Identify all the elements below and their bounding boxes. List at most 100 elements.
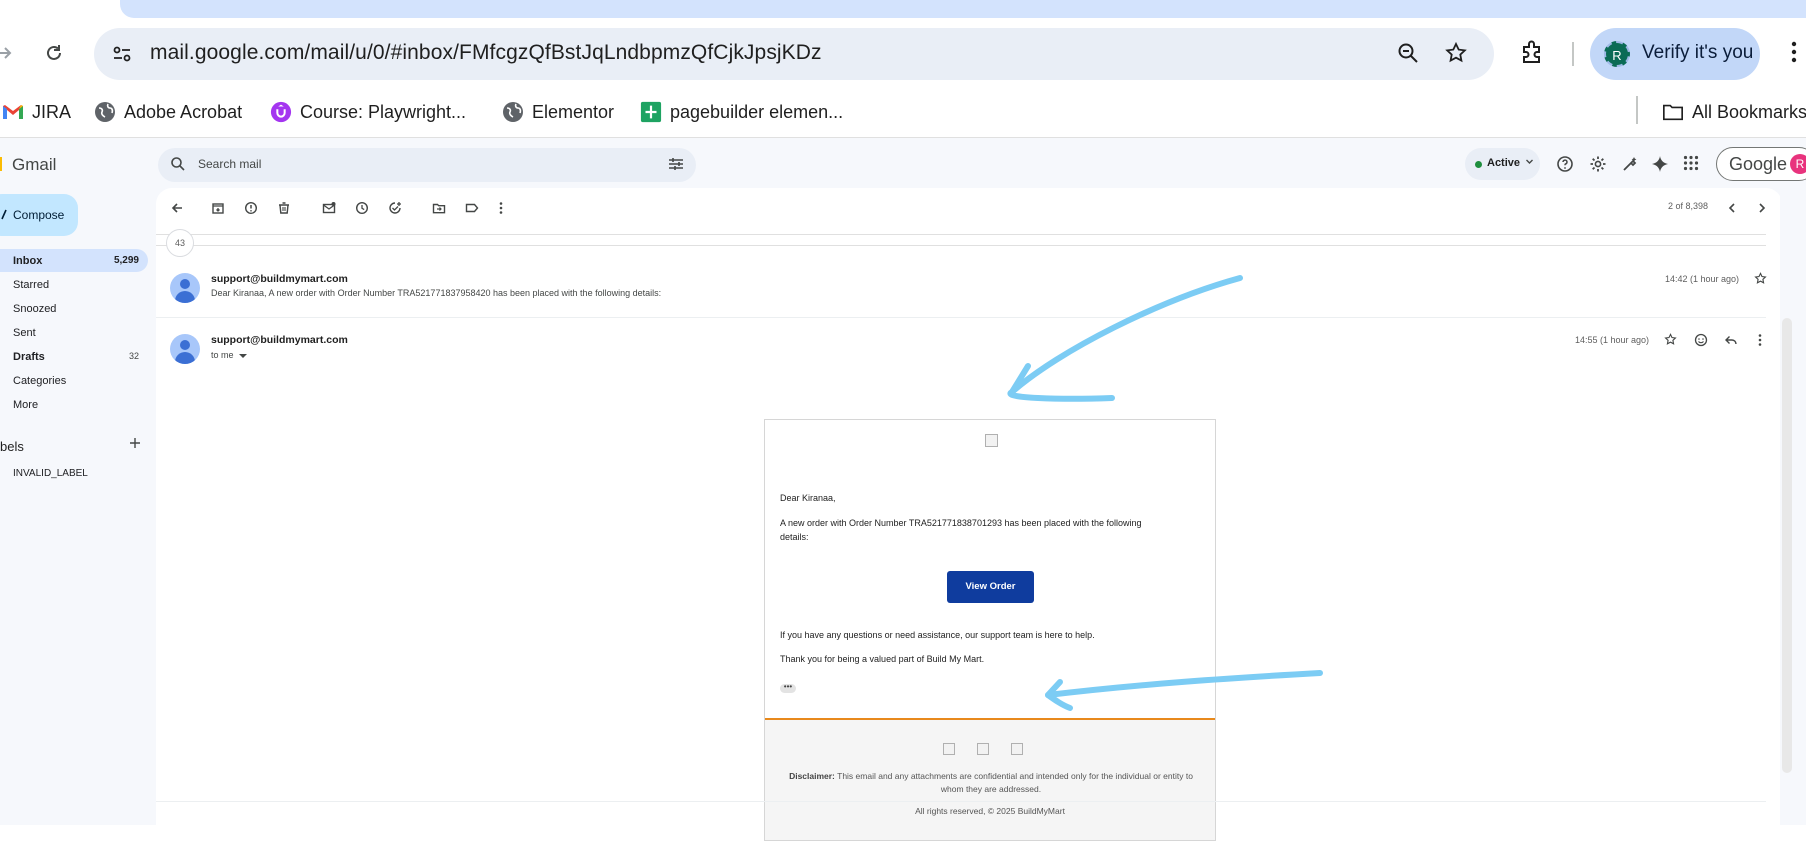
compose-button[interactable]: Compose <box>0 194 78 236</box>
star-icon[interactable] <box>1664 333 1677 346</box>
verify-identity-chip[interactable]: R Verify it's you <box>1590 28 1760 80</box>
show-trimmed-content-button[interactable]: ••• <box>780 683 796 693</box>
avatar: R <box>1790 154 1806 174</box>
reload-icon[interactable] <box>36 35 72 71</box>
sidebar-item-snoozed[interactable]: Snoozed <box>0 297 148 320</box>
divider <box>156 317 1766 318</box>
disclaimer-label: Disclaimer: <box>789 771 835 781</box>
status-chip[interactable]: Active <box>1465 148 1540 180</box>
message-snippet[interactable]: Dear Kiranaa, A new order with Order Num… <box>211 288 661 298</box>
verify-label: Verify it's you <box>1642 42 1754 63</box>
delete-icon[interactable] <box>277 201 291 215</box>
view-order-button[interactable]: View Order <box>947 571 1034 603</box>
extensions-icon[interactable] <box>1518 38 1546 66</box>
recipient-details[interactable]: to me <box>211 350 248 360</box>
gemini-tools-icon[interactable] <box>1621 155 1639 173</box>
scrollbar-thumb[interactable] <box>1782 318 1792 773</box>
copyright-text: All rights reserved, © 2025 BuildMyMart <box>915 806 1065 816</box>
sender-avatar <box>170 273 200 303</box>
account-button[interactable]: Google R <box>1716 147 1806 181</box>
more-vert-icon[interactable] <box>498 201 504 215</box>
message-time: 14:42 (1 hour ago) <box>1665 274 1740 284</box>
search-input[interactable]: Search mail <box>198 157 261 171</box>
message-sender[interactable]: support@buildmymart.com <box>211 273 348 285</box>
bookmark-label: Course: Playwright... <box>300 101 467 122</box>
gmail-icon <box>2 101 24 123</box>
sender-avatar <box>170 334 200 364</box>
divider <box>156 245 1766 246</box>
star-icon[interactable] <box>1754 272 1767 285</box>
back-arrow-icon[interactable] <box>170 201 184 215</box>
bookmark-jira[interactable]: JIRA <box>2 97 71 127</box>
bookmark-star-icon[interactable] <box>1444 41 1468 65</box>
label-icon[interactable] <box>465 201 479 215</box>
globe-icon <box>94 101 116 123</box>
status-dot <box>1475 161 1482 168</box>
sidebar-item-label: Categories <box>13 375 67 387</box>
email-thanks-text: Thank you for being a valued part of Bui… <box>780 654 985 664</box>
settings-gear-icon[interactable] <box>1589 155 1607 173</box>
pencil-icon <box>0 208 8 220</box>
sidebar-item-label: Starred <box>13 279 50 291</box>
site-info-icon[interactable] <box>106 38 138 70</box>
message-sender[interactable]: support@buildmymart.com <box>211 334 348 346</box>
archive-icon[interactable] <box>211 201 225 215</box>
compose-label: Compose <box>13 208 65 222</box>
newer-chevron-icon[interactable] <box>1726 201 1738 215</box>
globe-icon <box>502 101 524 123</box>
label-item[interactable]: INVALID_LABEL <box>13 468 88 479</box>
sheets-icon <box>640 101 662 123</box>
search-bar[interactable]: Search mail <box>158 148 696 182</box>
emoji-reaction-icon[interactable] <box>1694 333 1708 347</box>
bookmark-course-playwright[interactable]: Course: Playwright... <box>270 97 466 127</box>
apps-grid-icon[interactable] <box>1683 155 1699 171</box>
drafts-count: 32 <box>128 351 139 361</box>
browser-menu-icon[interactable] <box>1790 40 1798 64</box>
bookmark-elementor[interactable]: Elementor <box>502 97 614 127</box>
sidebar-item-label: Inbox <box>13 255 43 267</box>
sidebar-item-starred[interactable]: Starred <box>0 273 148 296</box>
broken-image-icon <box>1011 743 1023 755</box>
caret-down-icon[interactable] <box>239 353 248 359</box>
move-to-icon[interactable] <box>432 201 446 215</box>
add-label-icon[interactable] <box>128 436 142 450</box>
sidebar-item-more[interactable]: More <box>0 393 148 416</box>
all-bookmarks[interactable]: All Bookmarks <box>1662 97 1806 127</box>
email-line-1: A new order with Order Number TRA5217718… <box>780 518 1142 528</box>
url-text[interactable]: mail.google.com/mail/u/0/#inbox/FMfcgzQf… <box>150 41 822 65</box>
email-footer: Disclaimer: This email and any attachmen… <box>765 718 1215 840</box>
udemy-icon <box>270 101 292 123</box>
zoom-icon[interactable] <box>1396 41 1420 65</box>
search-options-icon[interactable] <box>668 157 684 171</box>
gmail-logo[interactable]: Gmail <box>12 155 56 175</box>
sidebar-item-drafts[interactable]: Drafts 32 <box>0 345 148 368</box>
gemini-sparkle-icon[interactable] <box>1651 155 1669 173</box>
mark-unread-icon[interactable] <box>322 201 336 215</box>
collapsed-messages-count[interactable]: 43 <box>166 229 194 257</box>
search-icon[interactable] <box>170 156 186 172</box>
add-to-tasks-icon[interactable] <box>388 201 402 215</box>
report-spam-icon[interactable] <box>244 201 258 215</box>
bookmark-adobe-acrobat[interactable]: Adobe Acrobat <box>94 97 242 127</box>
address-bar[interactable]: mail.google.com/mail/u/0/#inbox/FMfcgzQf… <box>94 28 1494 80</box>
sidebar-item-inbox[interactable]: Inbox 5,299 <box>0 249 148 272</box>
sidebar-item-label: Drafts <box>13 351 45 363</box>
broken-image-icon <box>985 434 998 447</box>
sidebar-item-sent[interactable]: Sent <box>0 321 148 344</box>
bookmark-pagebuilder[interactable]: pagebuilder elemen... <box>640 97 843 127</box>
help-icon[interactable] <box>1556 155 1574 173</box>
gmail-logo-icon <box>0 157 2 171</box>
reply-icon[interactable] <box>1724 333 1738 347</box>
email-help-text: If you have any questions or need assist… <box>780 630 1095 640</box>
snooze-clock-icon[interactable] <box>355 201 369 215</box>
bookmarks-divider <box>1636 96 1638 124</box>
all-bookmarks-label: All Bookmarks <box>1692 101 1806 122</box>
broken-image-icon <box>943 743 955 755</box>
chevron-down-icon <box>1525 157 1534 166</box>
unread-count: 5,299 <box>113 255 139 266</box>
more-vert-icon[interactable] <box>1757 333 1763 347</box>
older-chevron-icon[interactable] <box>1756 201 1768 215</box>
profile-avatar: R <box>1604 41 1630 67</box>
sidebar-item-categories[interactable]: Categories <box>0 369 148 392</box>
disclaimer-text: This email and any attachments are confi… <box>837 771 1193 794</box>
